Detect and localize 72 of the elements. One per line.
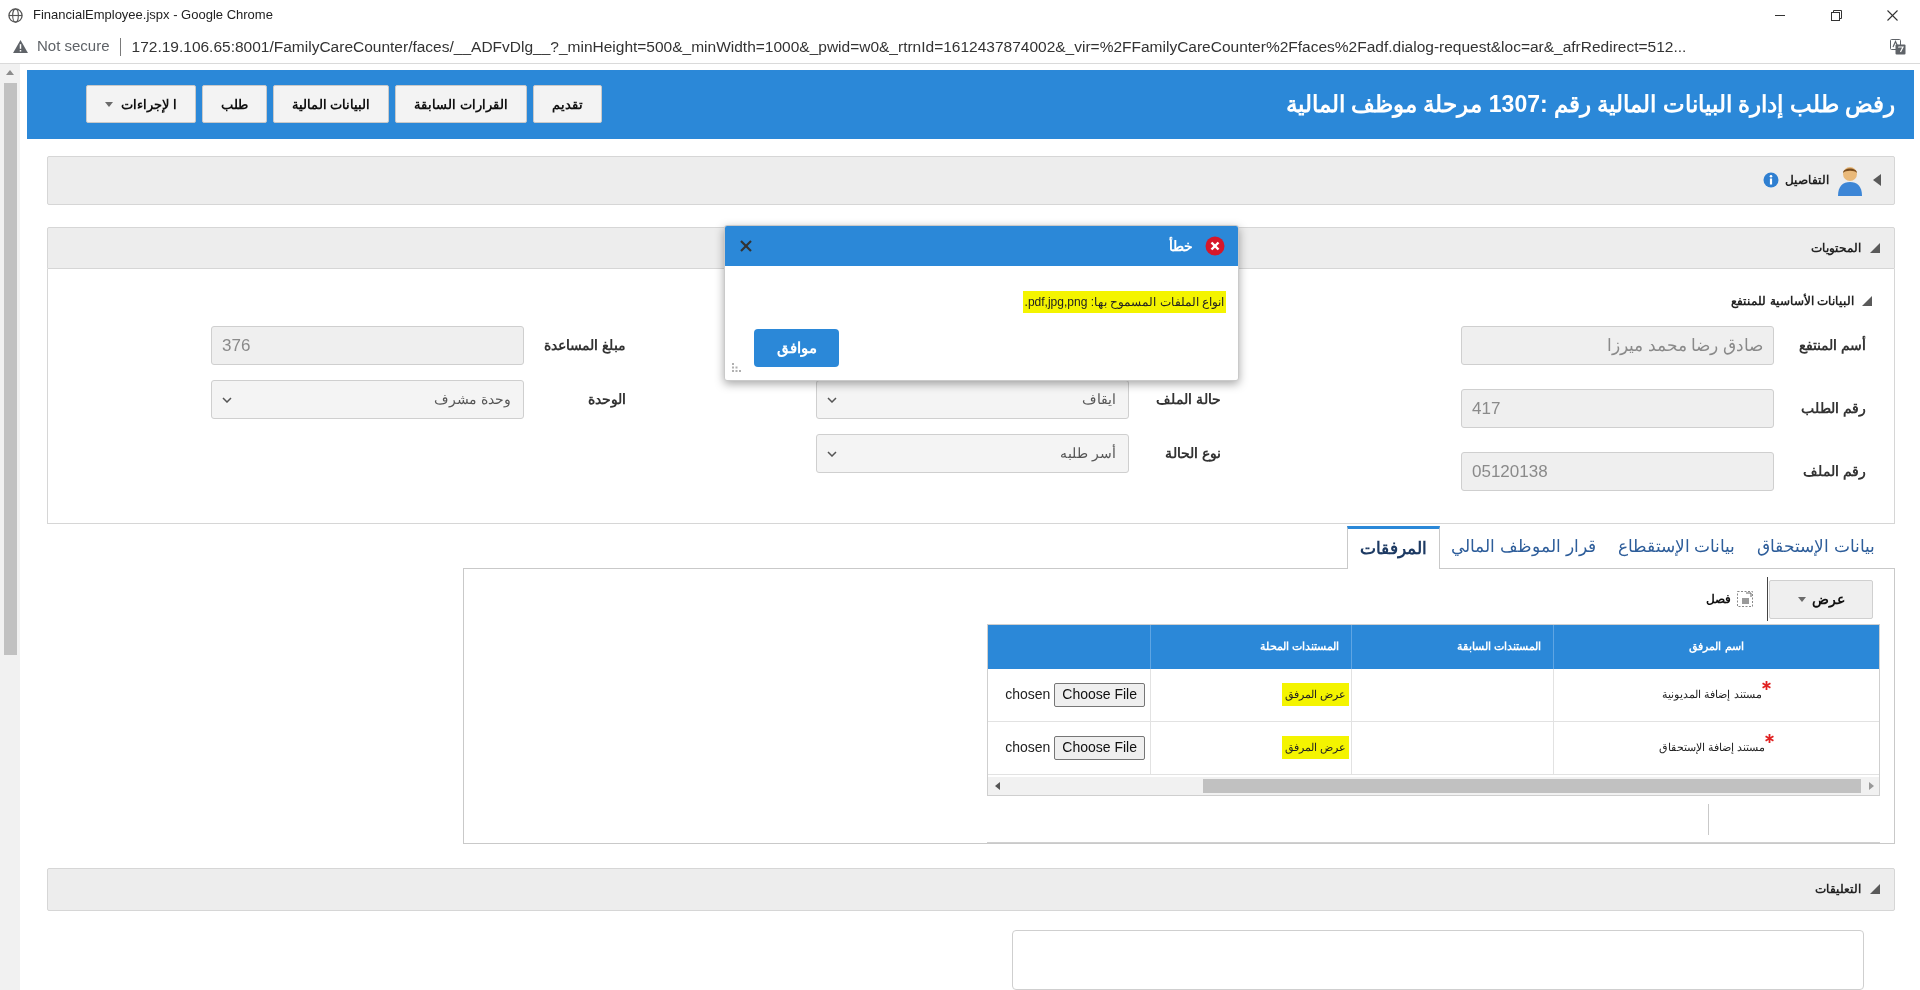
column-header[interactable]: المستندات السابقة — [1456, 638, 1541, 655]
close-icon — [740, 240, 752, 252]
url-text[interactable]: 172.19.106.65:8001/FamilyCareCounter/faces/__ADFvDlg__?_minHeight=500&_minWidth=1000&_pwid=w0&_rtrnId=1612437874002&_vir=%2FFamilyCareCounter%2Ffaces%2Fadf.dialog-request&loc=ar&_afrRedirect=512... — [131, 34, 1687, 59]
tab[interactable]: قرار الموظف المالي — [1440, 525, 1607, 568]
chevron-down-icon — [827, 396, 837, 403]
tab[interactable]: المرفقات — [1347, 525, 1441, 569]
person-icon — [1837, 164, 1863, 197]
toolbar-button[interactable]: القرارات السابقة — [395, 85, 527, 124]
ok-button[interactable]: موافق — [754, 329, 839, 367]
chevron-down-icon — [827, 450, 837, 457]
error-icon — [1205, 236, 1225, 256]
scroll-right-arrow-icon[interactable] — [1869, 781, 1874, 790]
warning-icon[interactable] — [13, 40, 28, 53]
caret-icon — [105, 101, 113, 107]
field-label: رقم الملف — [1802, 462, 1866, 482]
menu-button[interactable]: ا لإجراءات — [86, 85, 196, 124]
panel-title: التعليقات — [1815, 881, 1861, 899]
scrollbar-thumb[interactable] — [3, 83, 17, 655]
dialog-title: خطأ — [1169, 235, 1193, 256]
panel-header[interactable]: التعليقات — [47, 867, 1895, 911]
field-label: الوحدة — [587, 390, 626, 410]
choose-file-button[interactable]: Choose File — [1054, 682, 1145, 707]
dialog-message: انواع الملفات المسموح بها: pdf,jpg,png. — [1022, 291, 1226, 313]
toolbar-button[interactable]: طلب — [201, 85, 267, 124]
translate-icon[interactable] — [1890, 38, 1906, 55]
page-title: رفض طلب إدارة البيانات المالية رقم :1307 مرحلة موظف المالية — [1285, 90, 1895, 121]
info-icon[interactable] — [1763, 172, 1779, 189]
resize-grip-icon[interactable] — [732, 363, 741, 372]
view-attachment-link[interactable]: عرض المرفق — [1281, 736, 1349, 759]
collapsed-triangle-icon[interactable] — [1873, 174, 1881, 187]
column-header[interactable]: اسم المرفق — [1689, 638, 1744, 655]
tab[interactable]: بيانات الإستحقاق — [1746, 525, 1886, 568]
view-attachment-link[interactable]: عرض المرفق — [1281, 683, 1349, 706]
scroll-up-arrow-icon[interactable] — [6, 70, 14, 75]
close-button[interactable] — [739, 239, 753, 253]
scrollbar-thumb[interactable] — [1203, 778, 1861, 793]
field-label: رقم الطلب — [1800, 399, 1866, 419]
comment-field[interactable] — [1012, 930, 1864, 990]
attachment-name: مستند إضافة المديونية — [1662, 687, 1762, 703]
toolbar-button[interactable]: البيانات المالية — [272, 85, 390, 124]
field-label: أسم المنتفع — [1798, 335, 1866, 356]
choose-file-button[interactable]: Choose File — [1054, 735, 1145, 760]
file-status-text: chosen — [1005, 738, 1051, 758]
toolbar-button[interactable]: تقديم — [532, 85, 602, 124]
panel-title: التفاصيل — [1785, 172, 1829, 190]
caret-icon — [1797, 596, 1806, 602]
field-label: حالة الملف — [1155, 390, 1221, 410]
detach-button[interactable]: فصل — [1706, 590, 1753, 609]
tab[interactable]: بيانات الإستقطاع — [1606, 525, 1747, 568]
view-menu-button[interactable]: عرض — [1769, 579, 1873, 619]
detach-icon — [1737, 591, 1753, 608]
expanded-triangle-icon[interactable] — [1862, 296, 1872, 307]
minimize-icon — [1775, 14, 1785, 16]
attachment-name: مستند إضافة الإستحقاق — [1658, 740, 1766, 756]
field-label: مبلغ المساعدة — [543, 336, 626, 356]
scroll-left-arrow-icon[interactable] — [995, 781, 1000, 790]
chevron-down-icon — [222, 396, 232, 403]
expanded-triangle-icon[interactable] — [1870, 884, 1880, 895]
expanded-triangle-icon[interactable] — [1870, 243, 1880, 254]
page-scrollbar[interactable] — [0, 64, 20, 990]
security-label[interactable]: Not secure — [37, 35, 110, 58]
panel-header[interactable]: التفاصيل — [47, 155, 1895, 205]
column-header[interactable]: المستندات المحلة — [1259, 638, 1339, 655]
panel-title: المحتويات — [1811, 240, 1861, 258]
file-status-text: chosen — [1005, 685, 1051, 705]
horizontal-scrollbar[interactable] — [988, 776, 1879, 795]
field-label: نوع الحالة — [1164, 444, 1221, 464]
restore-icon — [1830, 9, 1842, 21]
close-icon — [1886, 9, 1898, 21]
globe-icon — [8, 7, 23, 23]
window-title: FinancialEmployee.jspx - Google Chrome — [33, 6, 273, 25]
section-title: البيانات الأساسية للمنتفع — [1731, 292, 1854, 311]
